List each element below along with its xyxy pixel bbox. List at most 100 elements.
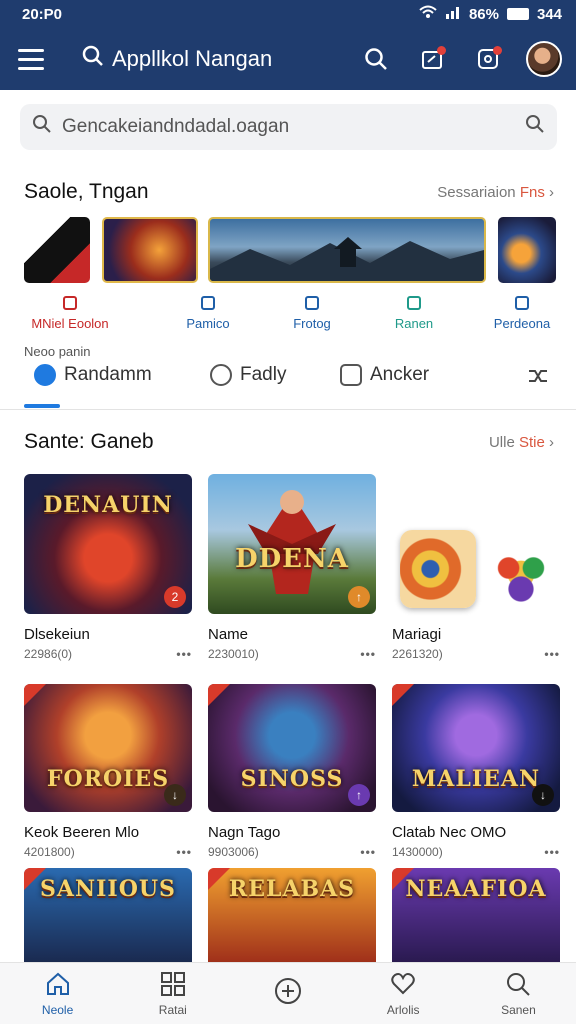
banner-1[interactable] — [24, 217, 90, 283]
category-item[interactable]: MNiel Eoolon — [20, 296, 120, 331]
featured-banners — [24, 217, 556, 283]
game-art-title: DDENA — [235, 544, 349, 574]
nav-home[interactable]: Neole — [0, 963, 115, 1024]
box-icon — [340, 364, 362, 386]
banner-4[interactable] — [498, 217, 556, 283]
game-card[interactable]: DENAUIN 2 Dlsekeiun 22986(0) ••• — [24, 474, 192, 661]
status-time: 20:P0 — [22, 5, 63, 23]
game-thumbnail: DDENA ↑ — [208, 474, 376, 614]
category-icon — [63, 296, 77, 310]
search-icon — [32, 114, 52, 140]
wifi-icon — [419, 5, 437, 23]
banner-2[interactable] — [102, 217, 198, 283]
search-submit-icon[interactable] — [525, 114, 545, 140]
game-art-title: SANIIOUS — [40, 876, 176, 902]
shuffle-icon — [529, 370, 547, 382]
status-bar: 20:P0 86% 344 — [0, 0, 576, 28]
game-art-title: NEAAFIOA — [405, 876, 547, 902]
game-thumbnail: SINOSS ↑ — [208, 684, 376, 812]
corner-ribbon — [208, 684, 230, 706]
category-item[interactable]: Perdeona — [482, 296, 562, 331]
nav-label: Neole — [41, 1002, 74, 1017]
search-icon — [82, 45, 104, 73]
game-card[interactable]: DDENA ↑ Name 2230010) ••• — [208, 474, 376, 661]
game-card[interactable]: Mariagi 2261320) ••• — [392, 474, 560, 661]
battery-icon — [506, 8, 529, 20]
nav-add[interactable] — [230, 963, 345, 1024]
game-meta: 2261320) — [392, 647, 443, 661]
nav-grid[interactable]: Ratai — [115, 963, 230, 1024]
app-bar: Appllkol Nangan — [0, 28, 576, 90]
game-card[interactable]: SINOSS ↑ Nagn Tago 9903006) ••• — [208, 684, 376, 859]
category-row: MNiel Eoolon Pamico Frotog Ranen Perdeon… — [20, 296, 560, 336]
category-item[interactable]: Pamico — [168, 296, 248, 331]
more-options-icon[interactable]: ••• — [544, 647, 560, 661]
search-button[interactable] — [358, 41, 394, 77]
category-icon — [201, 296, 215, 310]
search-input[interactable]: Gencakeiandndadal.oagan — [20, 104, 557, 150]
game-card[interactable]: MALIEAN ↓ Clatab Nec OMO 1430000) ••• — [392, 684, 560, 859]
see-more-accent: Stie — [518, 433, 545, 451]
category-label: Ranen — [394, 316, 434, 331]
see-more-link[interactable]: Ulle Stie › — [489, 434, 554, 451]
tab-daily[interactable]: Fadly — [210, 364, 286, 386]
corner-ribbon — [24, 684, 46, 706]
game-card[interactable]: RELABAS — [208, 868, 376, 962]
battery-percent: 86% — [468, 5, 499, 23]
game-thumbnail: RELABAS — [208, 868, 376, 962]
see-more-link[interactable]: Sessariaion Fns › — [437, 184, 554, 201]
more-options-icon[interactable]: ••• — [360, 845, 376, 859]
game-thumbnail: FOROIES ↓ — [24, 684, 192, 812]
game-art-title: RELABAS — [228, 876, 356, 902]
tab-random[interactable]: Randamm — [34, 364, 152, 386]
featured-section-header: Saole, Tngan Sessariaion Fns › — [24, 180, 554, 204]
clock-icon — [210, 364, 232, 386]
menu-icon[interactable] — [18, 42, 52, 76]
tab-more[interactable] — [526, 364, 550, 388]
nav-search[interactable]: Sanen — [461, 963, 576, 1024]
banner-3[interactable] — [208, 217, 486, 283]
game-meta: 4201800) — [24, 845, 75, 859]
heart-icon — [391, 972, 415, 994]
game-name: Mariagi — [392, 626, 442, 643]
status-extra: 344 — [536, 5, 562, 23]
nav-favorites[interactable]: Arlolis — [346, 963, 461, 1024]
game-name: Clatab Nec OMO — [392, 824, 507, 841]
section-title: Sante: Ganeb — [24, 430, 154, 453]
app-icon — [490, 544, 552, 604]
game-meta: 2230010) — [208, 647, 259, 661]
category-icon — [407, 296, 421, 310]
more-options-icon[interactable]: ••• — [544, 845, 560, 859]
category-icon — [305, 296, 319, 310]
share-button[interactable] — [414, 41, 450, 77]
home-icon — [46, 972, 69, 995]
tab-bar: Randamm Fadly Ancker — [0, 358, 576, 410]
game-thumbnail: SANIIOUS — [24, 868, 192, 962]
category-item[interactable]: Frotog — [272, 296, 352, 331]
avatar[interactable] — [526, 41, 562, 77]
nav-label: Sanen — [501, 1002, 536, 1017]
more-options-icon[interactable]: ••• — [360, 647, 376, 661]
game-badge: ↓ — [164, 784, 186, 806]
more-options-icon[interactable]: ••• — [176, 647, 192, 661]
games-section-header: Sante: Ganeb Ulle Stie › — [24, 430, 554, 454]
search-icon — [507, 972, 531, 996]
category-label: Pamico — [186, 316, 230, 331]
signal-icon — [445, 5, 461, 23]
more-options-icon[interactable]: ••• — [176, 845, 192, 859]
game-card[interactable]: SANIIOUS — [24, 868, 192, 962]
nav-label: Ratai — [158, 1002, 187, 1017]
see-more-accent: Fns — [519, 183, 545, 201]
tab-label: Fadly — [240, 364, 287, 385]
game-card[interactable]: NEAAFIOA — [392, 868, 560, 962]
category-item[interactable]: Ranen — [374, 296, 454, 331]
notification-button[interactable] — [470, 41, 506, 77]
game-thumbnail — [392, 474, 560, 614]
game-card[interactable]: FOROIES ↓ Keok Beeren Mlo 4201800) ••• — [24, 684, 192, 859]
game-art-title: DENAUIN — [43, 492, 173, 518]
search-placeholder: Gencakeiandndadal.oagan — [62, 116, 290, 137]
game-name: Dlsekeiun — [24, 626, 90, 643]
tab-anchor[interactable]: Ancker — [340, 364, 429, 386]
game-name: Keok Beeren Mlo — [24, 824, 140, 841]
game-meta: 9903006) — [208, 845, 259, 859]
